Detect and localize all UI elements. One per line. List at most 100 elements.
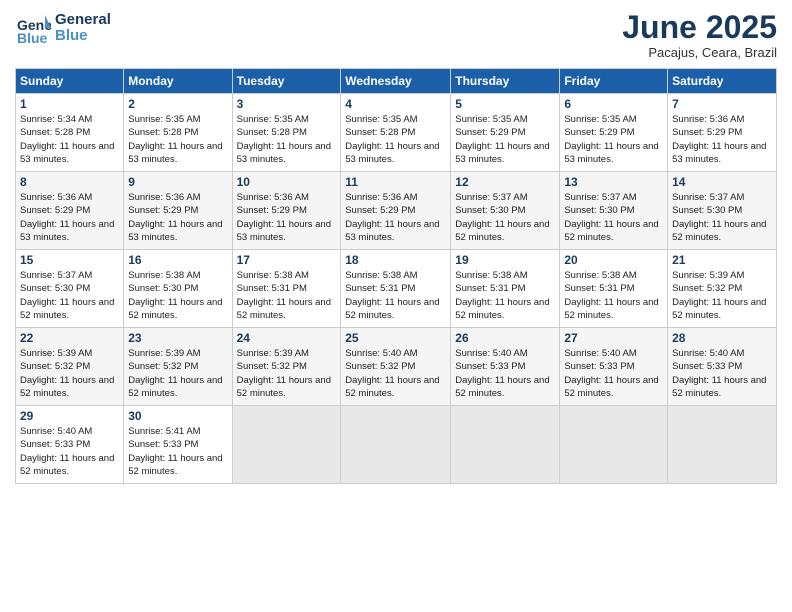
day-number: 5 [455, 97, 555, 111]
table-row: 29 Sunrise: 5:40 AMSunset: 5:33 PMDayligh… [16, 406, 124, 484]
col-sunday: Sunday [16, 69, 124, 94]
day-info: Sunrise: 5:39 AMSunset: 5:32 PMDaylight:… [237, 347, 337, 400]
day-info: Sunrise: 5:37 AMSunset: 5:30 PMDaylight:… [672, 191, 772, 244]
day-info: Sunrise: 5:36 AMSunset: 5:29 PMDaylight:… [20, 191, 119, 244]
day-number: 11 [345, 175, 446, 189]
table-row: 25 Sunrise: 5:40 AMSunset: 5:32 PMDayligh… [341, 328, 451, 406]
table-row: 7Sunrise: 5:36 AMSunset: 5:29 PMDaylight… [668, 94, 777, 172]
title-block: June 2025 Pacajus, Ceara, Brazil [622, 10, 777, 60]
day-number: 16 [128, 253, 227, 267]
day-number: 19 [455, 253, 555, 267]
table-row: 24Sunrise: 5:39 AMSunset: 5:32 PMDayligh… [232, 328, 341, 406]
day-info: Sunrise: 5:36 AMSunset: 5:29 PMDaylight:… [128, 191, 227, 244]
table-row: 2Sunrise: 5:35 AMSunset: 5:28 PMDaylight… [124, 94, 232, 172]
col-monday: Monday [124, 69, 232, 94]
day-number: 4 [345, 97, 446, 111]
table-row: 8 Sunrise: 5:36 AMSunset: 5:29 PMDaylight… [16, 172, 124, 250]
day-number: 29 [20, 409, 119, 423]
table-row: 23Sunrise: 5:39 AMSunset: 5:32 PMDayligh… [124, 328, 232, 406]
table-row: 18Sunrise: 5:38 AMSunset: 5:31 PMDayligh… [341, 250, 451, 328]
svg-text:Blue: Blue [17, 30, 48, 46]
logo: General Blue General Blue [15, 10, 111, 46]
day-info: Sunrise: 5:38 AMSunset: 5:30 PMDaylight:… [128, 269, 227, 322]
table-row [341, 406, 451, 484]
day-info: Sunrise: 5:35 AMSunset: 5:28 PMDaylight:… [345, 113, 446, 166]
day-info: Sunrise: 5:40 AMSunset: 5:33 PMDaylight:… [672, 347, 772, 400]
col-tuesday: Tuesday [232, 69, 341, 94]
day-info: Sunrise: 5:40 AMSunset: 5:33 PMDaylight:… [455, 347, 555, 400]
day-number: 9 [128, 175, 227, 189]
table-row [232, 406, 341, 484]
day-number: 26 [455, 331, 555, 345]
day-number: 6 [564, 97, 663, 111]
day-number: 1 [20, 97, 119, 111]
table-row: 28 Sunrise: 5:40 AMSunset: 5:33 PMDayligh… [668, 328, 777, 406]
table-row: 12Sunrise: 5:37 AMSunset: 5:30 PMDayligh… [451, 172, 560, 250]
table-row: 17 Sunrise: 5:38 AMSunset: 5:31 PMDayligh… [232, 250, 341, 328]
day-number: 10 [237, 175, 337, 189]
day-number: 20 [564, 253, 663, 267]
day-info: Sunrise: 5:40 AMSunset: 5:33 PMDaylight:… [564, 347, 663, 400]
table-row: 16 Sunrise: 5:38 AMSunset: 5:30 PMDayligh… [124, 250, 232, 328]
day-info: Sunrise: 5:35 AMSunset: 5:29 PMDaylight:… [564, 113, 663, 166]
day-number: 17 [237, 253, 337, 267]
table-row [668, 406, 777, 484]
table-row: 6 Sunrise: 5:35 AMSunset: 5:29 PMDaylight… [560, 94, 668, 172]
table-row: 13 Sunrise: 5:37 AMSunset: 5:30 PMDayligh… [560, 172, 668, 250]
day-number: 7 [672, 97, 772, 111]
col-wednesday: Wednesday [341, 69, 451, 94]
location: Pacajus, Ceara, Brazil [622, 45, 777, 60]
day-number: 15 [20, 253, 119, 267]
header: General Blue General Blue June 2025 Paca… [15, 10, 777, 60]
day-info: Sunrise: 5:34 AMSunset: 5:28 PMDaylight:… [20, 113, 119, 166]
month-year: June 2025 [622, 10, 777, 45]
day-number: 27 [564, 331, 663, 345]
table-row: 10 Sunrise: 5:36 AMSunset: 5:29 PMDayligh… [232, 172, 341, 250]
day-number: 8 [20, 175, 119, 189]
day-number: 13 [564, 175, 663, 189]
day-info: Sunrise: 5:38 AMSunset: 5:31 PMDaylight:… [237, 269, 337, 322]
day-number: 30 [128, 409, 227, 423]
day-info: Sunrise: 5:36 AMSunset: 5:29 PMDaylight:… [237, 191, 337, 244]
day-number: 14 [672, 175, 772, 189]
table-row: 11Sunrise: 5:36 AMSunset: 5:29 PMDayligh… [341, 172, 451, 250]
table-row: 3Sunrise: 5:35 AMSunset: 5:28 PMDaylight… [232, 94, 341, 172]
logo-blue: Blue [55, 28, 111, 45]
day-info: Sunrise: 5:35 AMSunset: 5:28 PMDaylight:… [237, 113, 337, 166]
day-number: 22 [20, 331, 119, 345]
day-info: Sunrise: 5:38 AMSunset: 5:31 PMDaylight:… [455, 269, 555, 322]
day-info: Sunrise: 5:40 AMSunset: 5:32 PMDaylight:… [345, 347, 446, 400]
day-number: 25 [345, 331, 446, 345]
table-row: 5 Sunrise: 5:35 AMSunset: 5:29 PMDaylight… [451, 94, 560, 172]
day-number: 21 [672, 253, 772, 267]
day-number: 2 [128, 97, 227, 111]
table-row: 27 Sunrise: 5:40 AMSunset: 5:33 PMDayligh… [560, 328, 668, 406]
day-info: Sunrise: 5:39 AMSunset: 5:32 PMDaylight:… [20, 347, 119, 400]
day-info: Sunrise: 5:35 AMSunset: 5:29 PMDaylight:… [455, 113, 555, 166]
table-row: 14 Sunrise: 5:37 AMSunset: 5:30 PMDayligh… [668, 172, 777, 250]
day-info: Sunrise: 5:39 AMSunset: 5:32 PMDaylight:… [128, 347, 227, 400]
table-row: 19 Sunrise: 5:38 AMSunset: 5:31 PMDayligh… [451, 250, 560, 328]
day-info: Sunrise: 5:41 AMSunset: 5:33 PMDaylight:… [128, 425, 227, 478]
table-row [560, 406, 668, 484]
logo-icon: General Blue [15, 10, 51, 46]
table-row: 20Sunrise: 5:38 AMSunset: 5:31 PMDayligh… [560, 250, 668, 328]
col-thursday: Thursday [451, 69, 560, 94]
day-info: Sunrise: 5:37 AMSunset: 5:30 PMDaylight:… [455, 191, 555, 244]
day-info: Sunrise: 5:39 AMSunset: 5:32 PMDaylight:… [672, 269, 772, 322]
table-row: 9 Sunrise: 5:36 AMSunset: 5:29 PMDaylight… [124, 172, 232, 250]
table-row: 22 Sunrise: 5:39 AMSunset: 5:32 PMDayligh… [16, 328, 124, 406]
col-friday: Friday [560, 69, 668, 94]
calendar-table: Sunday Monday Tuesday Wednesday Thursday… [15, 68, 777, 484]
day-number: 28 [672, 331, 772, 345]
day-info: Sunrise: 5:38 AMSunset: 5:31 PMDaylight:… [345, 269, 446, 322]
table-row: 30 Sunrise: 5:41 AMSunset: 5:33 PMDayligh… [124, 406, 232, 484]
day-info: Sunrise: 5:37 AMSunset: 5:30 PMDaylight:… [20, 269, 119, 322]
logo-general: General [55, 12, 111, 29]
day-info: Sunrise: 5:37 AMSunset: 5:30 PMDaylight:… [564, 191, 663, 244]
table-row: 21 Sunrise: 5:39 AMSunset: 5:32 PMDayligh… [668, 250, 777, 328]
day-info: Sunrise: 5:40 AMSunset: 5:33 PMDaylight:… [20, 425, 119, 478]
main-container: General Blue General Blue June 2025 Paca… [0, 0, 792, 494]
table-row: 4 Sunrise: 5:35 AMSunset: 5:28 PMDaylight… [341, 94, 451, 172]
table-row: 15 Sunrise: 5:37 AMSunset: 5:30 PMDayligh… [16, 250, 124, 328]
